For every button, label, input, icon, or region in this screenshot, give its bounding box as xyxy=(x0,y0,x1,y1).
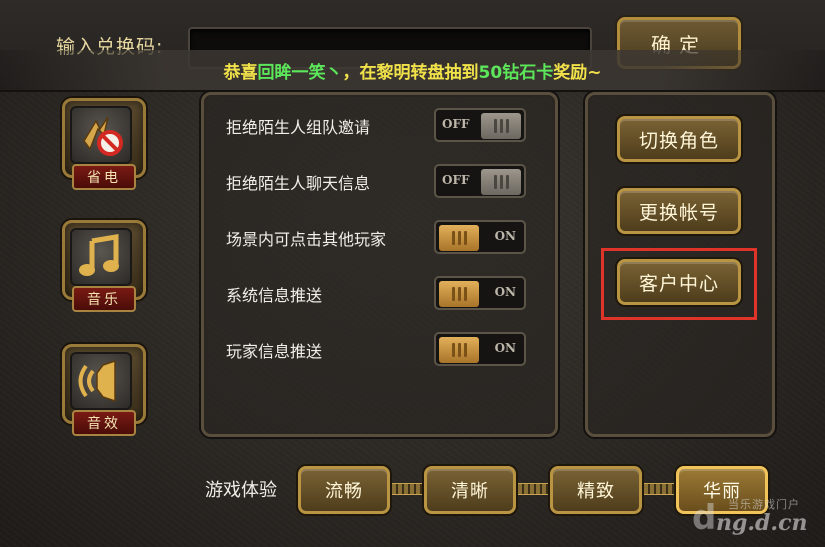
setting-row-reject-stranger-chat: 拒绝陌生人聊天信息 OFF xyxy=(226,164,526,198)
quality-label: 游戏体验 xyxy=(205,480,277,501)
banner-text-mid: ，在黎明转盘抽到 xyxy=(342,62,479,83)
toggle-system-push[interactable]: ON xyxy=(434,276,526,310)
setting-row-system-push: 系统信息推送 ON xyxy=(226,276,526,310)
change-account-button[interactable]: 更换帐号 xyxy=(617,188,741,234)
sound-effect-label: 音效 xyxy=(72,410,136,436)
setting-label: 玩家信息推送 xyxy=(226,342,323,361)
settings-screen: 输入兑换码: 确定 恭喜回眸一笑丶，在黎明转盘抽到50钻石卡奖励~ 省电 xyxy=(0,0,825,547)
toggle-reject-team-invite[interactable]: OFF xyxy=(434,108,526,142)
power-save-icon xyxy=(70,106,132,164)
toggle-knob xyxy=(481,169,521,195)
setting-label: 场景内可点击其他玩家 xyxy=(226,230,387,249)
toggle-state-text: ON xyxy=(494,285,516,299)
toggle-state-text: OFF xyxy=(442,173,470,187)
setting-label: 系统信息推送 xyxy=(226,286,323,305)
speaker-icon xyxy=(70,352,132,410)
banner-text-end: 奖励~ xyxy=(553,62,602,83)
banner-player-name: 回眸一笑丶 xyxy=(257,62,343,83)
setting-row-reject-team-invite: 拒绝陌生人组队邀请 OFF xyxy=(226,108,526,142)
toggle-state-text: ON xyxy=(494,229,516,243)
announcement-banner: 恭喜 回眸一笑丶 ，在黎明转盘抽到 50钻石卡 奖励~ xyxy=(0,50,825,90)
toggle-state-text: ON xyxy=(494,341,516,355)
settings-panel xyxy=(201,92,558,437)
power-save-label: 省电 xyxy=(72,164,136,190)
chain-connector xyxy=(512,483,554,495)
quality-option-clear[interactable]: 清晰 xyxy=(424,466,516,514)
watermark-bottom-text: ng.d.cn xyxy=(716,510,808,536)
toggle-state-text: OFF xyxy=(442,117,470,131)
chain-connector xyxy=(638,483,680,495)
watermark-logo-icon: d xyxy=(692,498,717,538)
toggle-knob xyxy=(439,225,479,251)
setting-row-player-push: 玩家信息推送 ON xyxy=(226,332,526,366)
power-save-button[interactable]: 省电 xyxy=(62,98,146,194)
quality-option-smooth[interactable]: 流畅 xyxy=(298,466,390,514)
toggle-reject-stranger-chat[interactable]: OFF xyxy=(434,164,526,198)
setting-label: 拒绝陌生人组队邀请 xyxy=(226,118,371,137)
music-label: 音乐 xyxy=(72,286,136,312)
quality-option-fine[interactable]: 精致 xyxy=(550,466,642,514)
switch-role-button[interactable]: 切换角色 xyxy=(617,116,741,162)
banner-text-congrats: 恭喜 xyxy=(223,62,258,83)
toggle-click-other-players[interactable]: ON xyxy=(434,220,526,254)
toggle-knob xyxy=(439,337,479,363)
banner-prize: 50钻石卡 xyxy=(478,62,554,83)
watermark: d 当乐游戏门户 ng.d.cn xyxy=(688,492,818,542)
toggle-knob xyxy=(481,113,521,139)
setting-label: 拒绝陌生人聊天信息 xyxy=(226,174,371,193)
toggle-knob xyxy=(439,281,479,307)
music-note-icon xyxy=(70,228,132,286)
setting-row-click-other-players: 场景内可点击其他玩家 ON xyxy=(226,220,526,254)
highlight-box xyxy=(601,248,757,320)
sound-effect-button[interactable]: 音效 xyxy=(62,344,146,440)
toggle-player-push[interactable]: ON xyxy=(434,332,526,366)
chain-connector xyxy=(386,483,428,495)
music-button[interactable]: 音乐 xyxy=(62,220,146,316)
